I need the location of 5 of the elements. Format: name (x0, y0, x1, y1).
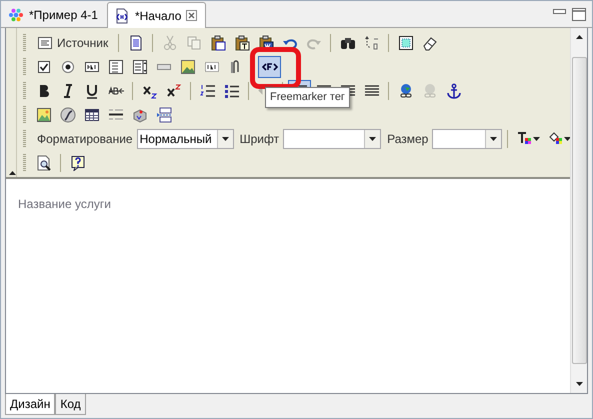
body-text: Название услуги (18, 196, 112, 213)
tooltip: Freemarker тег (265, 87, 350, 108)
combo-label: Размер (387, 131, 428, 148)
combo-label: Форматирование (37, 131, 133, 148)
combo-label: Шрифт (240, 131, 280, 148)
